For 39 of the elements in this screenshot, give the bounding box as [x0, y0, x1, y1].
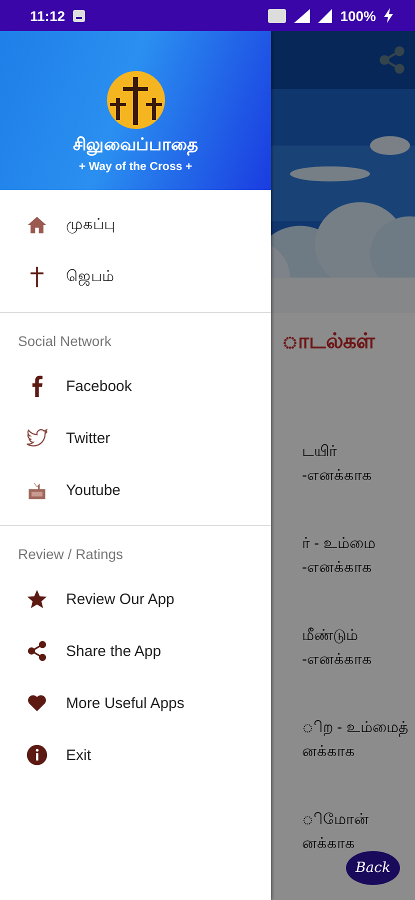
- menu-item[interactable]: Review Our App: [0, 573, 271, 625]
- song-title-text: ர் - உம்மை: [302, 534, 376, 554]
- section-heading: ாடல்கள்: [282, 330, 376, 355]
- share-icon[interactable]: [377, 44, 407, 75]
- image-icon: [73, 10, 86, 22]
- song-title-text: -எனக்காக: [302, 466, 373, 486]
- star-icon: [26, 588, 48, 610]
- battery-level: 100%: [340, 8, 376, 24]
- song-title-text: ிற - உம்மைத்: [302, 718, 410, 739]
- menu-item[interactable]: Twitter: [0, 412, 271, 464]
- song-title-text: டயிர்: [302, 442, 338, 462]
- status-time: 11:12: [30, 8, 66, 24]
- signal-icon: [294, 8, 310, 22]
- home-icon: [26, 214, 48, 236]
- app-title: சிலுவைப்பாதை: [73, 135, 198, 156]
- section-header: Social Network: [17, 332, 112, 351]
- hd-icon: [268, 8, 286, 22]
- charging-icon: [384, 8, 393, 23]
- song-title-text: ிமோன்: [302, 810, 370, 830]
- song-title-text: மீண்டும்: [302, 626, 359, 646]
- section-header: Review / Ratings: [17, 545, 124, 564]
- app-subtitle: + Way of the Cross +: [78, 161, 192, 173]
- song-title-text: னக்காக: [302, 834, 356, 854]
- menu-item[interactable]: More Useful Apps: [0, 677, 271, 729]
- info-icon: [26, 744, 48, 766]
- crosses-logo-icon: [106, 71, 164, 129]
- share-icon: [26, 640, 48, 662]
- menu-item[interactable]: முகப்பு: [0, 199, 271, 251]
- menu-item[interactable]: ஜெபம்: [0, 251, 271, 303]
- bird-icon: [26, 427, 48, 449]
- song-title-text: னக்காக: [302, 742, 356, 762]
- menu-item[interactable]: Youtube: [0, 464, 271, 516]
- song-title-text: -எனக்காக: [302, 650, 373, 670]
- menu-item[interactable]: Exit: [0, 729, 271, 781]
- heart-icon: [26, 692, 48, 714]
- menu-item[interactable]: Facebook: [0, 360, 271, 412]
- signal-icon: [318, 8, 332, 22]
- song-title-text: -எனக்காக: [302, 558, 373, 578]
- menu-item[interactable]: Share the App: [0, 625, 271, 677]
